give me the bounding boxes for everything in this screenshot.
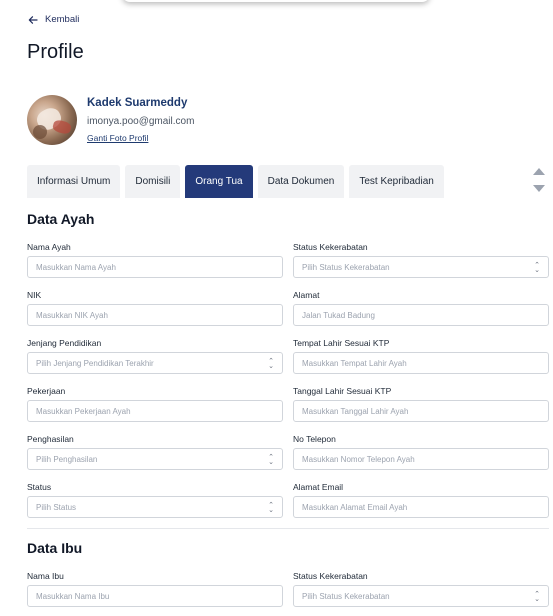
label-alamat-ayah: Alamat (293, 290, 320, 300)
scroll-down-icon[interactable] (533, 185, 545, 192)
label-status-kekerabatan-ibu: Status Kekerabatan (293, 571, 368, 581)
section-title-ibu: Data Ibu (27, 540, 83, 556)
label-penghasilan: Penghasilan (27, 434, 74, 444)
top-overlay-edge (122, 0, 430, 2)
nama-ibu-placeholder: Masukkan Nama Ibu (36, 591, 110, 601)
profile-tabs: Informasi Umum Domisili Orang Tua Data D… (27, 165, 444, 198)
user-email: imonya.poo@gmail.com (87, 116, 195, 127)
section-divider (27, 528, 549, 529)
page-title: Profile (27, 41, 84, 63)
back-label: Kembali (45, 14, 80, 25)
penghasilan-placeholder: Pilih Penghasilan (36, 454, 98, 464)
change-photo-link[interactable]: Ganti Foto Profil (87, 133, 148, 143)
tab-orang-tua[interactable]: Orang Tua (185, 165, 253, 198)
status-ayah-placeholder: Pilih Status (36, 502, 77, 512)
alamat-ayah-input[interactable]: Jalan Tukad Badung (293, 304, 549, 326)
status-kekerabatan-ayah-placeholder: Pilih Status Kekerabatan (302, 262, 390, 272)
label-nama-ibu: Nama Ibu (27, 571, 64, 581)
jenjang-pendidikan-placeholder: Pilih Jenjang Pendidikan Terakhir (36, 358, 154, 368)
tab-scroll-controls (533, 168, 545, 192)
label-status: Status (27, 482, 52, 492)
tab-informasi-umum[interactable]: Informasi Umum (27, 165, 121, 198)
tab-domisili[interactable]: Domisili (125, 165, 181, 198)
label-nama-ayah: Nama Ayah (27, 242, 71, 252)
label-tanggal-lahir: Tanggal Lahir Sesuai KTP (293, 386, 392, 396)
email-ayah-placeholder: Masukkan Alamat Email Ayah (302, 502, 408, 512)
tanggal-lahir-ayah-placeholder: Masukkan Tanggal Lahir Ayah (302, 406, 409, 416)
email-ayah-input[interactable]: Masukkan Alamat Email Ayah (293, 496, 549, 518)
status-ayah-select[interactable]: Pilih Status ⌃ ⌄ (27, 496, 283, 518)
penghasilan-select[interactable]: Pilih Penghasilan ⌃ ⌄ (27, 448, 283, 470)
scroll-up-icon[interactable] (533, 168, 545, 175)
status-kekerabatan-ibu-placeholder: Pilih Status Kekerabatan (302, 591, 390, 601)
user-name: Kadek Suarmeddy (87, 97, 188, 109)
pekerjaan-ayah-input[interactable]: Masukkan Pekerjaan Ayah (27, 400, 283, 422)
chevron-updown-icon: ⌃ ⌄ (268, 454, 274, 466)
nama-ibu-input[interactable]: Masukkan Nama Ibu (27, 585, 283, 607)
tanggal-lahir-ayah-input[interactable]: Masukkan Tanggal Lahir Ayah (293, 400, 549, 422)
chevron-updown-icon: ⌃ ⌄ (268, 358, 274, 370)
status-kekerabatan-ayah-select[interactable]: Pilih Status Kekerabatan ⌃ ⌄ (293, 256, 549, 278)
telepon-ayah-input[interactable]: Masukkan Nomor Telepon Ayah (293, 448, 549, 470)
nama-ayah-placeholder: Masukkan Nama Ayah (36, 262, 116, 272)
label-nik-ayah: NIK (27, 290, 42, 300)
jenjang-pendidikan-select[interactable]: Pilih Jenjang Pendidikan Terakhir ⌃ ⌄ (27, 352, 283, 374)
label-status-kekerabatan-ayah: Status Kekerabatan (293, 242, 368, 252)
chevron-updown-icon: ⌃ ⌄ (534, 262, 540, 274)
chevron-updown-icon: ⌃ ⌄ (534, 591, 540, 603)
tab-data-dokumen[interactable]: Data Dokumen (257, 165, 345, 198)
telepon-ayah-placeholder: Masukkan Nomor Telepon Ayah (302, 454, 415, 464)
label-pekerjaan: Pekerjaan (27, 386, 66, 396)
avatar (27, 95, 77, 145)
tab-test-kepribadian[interactable]: Test Kepribadian (349, 165, 444, 198)
arrow-left-icon (28, 15, 38, 24)
section-title-ayah: Data Ayah (27, 211, 95, 227)
tempat-lahir-ayah-input[interactable]: Masukkan Tempat Lahir Ayah (293, 352, 549, 374)
alamat-ayah-placeholder: Jalan Tukad Badung (302, 310, 375, 320)
nik-ayah-placeholder: Masukkan NIK Ayah (36, 310, 108, 320)
label-no-telepon: No Telepon (293, 434, 336, 444)
back-link[interactable]: Kembali (28, 14, 79, 25)
pekerjaan-ayah-placeholder: Masukkan Pekerjaan Ayah (36, 406, 131, 416)
status-kekerabatan-ibu-select[interactable]: Pilih Status Kekerabatan ⌃ ⌄ (293, 585, 549, 607)
nama-ayah-input[interactable]: Masukkan Nama Ayah (27, 256, 283, 278)
chevron-updown-icon: ⌃ ⌄ (268, 502, 274, 514)
label-jenjang-pendidikan: Jenjang Pendidikan (27, 338, 102, 348)
nik-ayah-input[interactable]: Masukkan NIK Ayah (27, 304, 283, 326)
label-alamat-email: Alamat Email (293, 482, 344, 492)
tempat-lahir-ayah-placeholder: Masukkan Tempat Lahir Ayah (302, 358, 407, 368)
label-tempat-lahir: Tempat Lahir Sesuai KTP (293, 338, 390, 348)
